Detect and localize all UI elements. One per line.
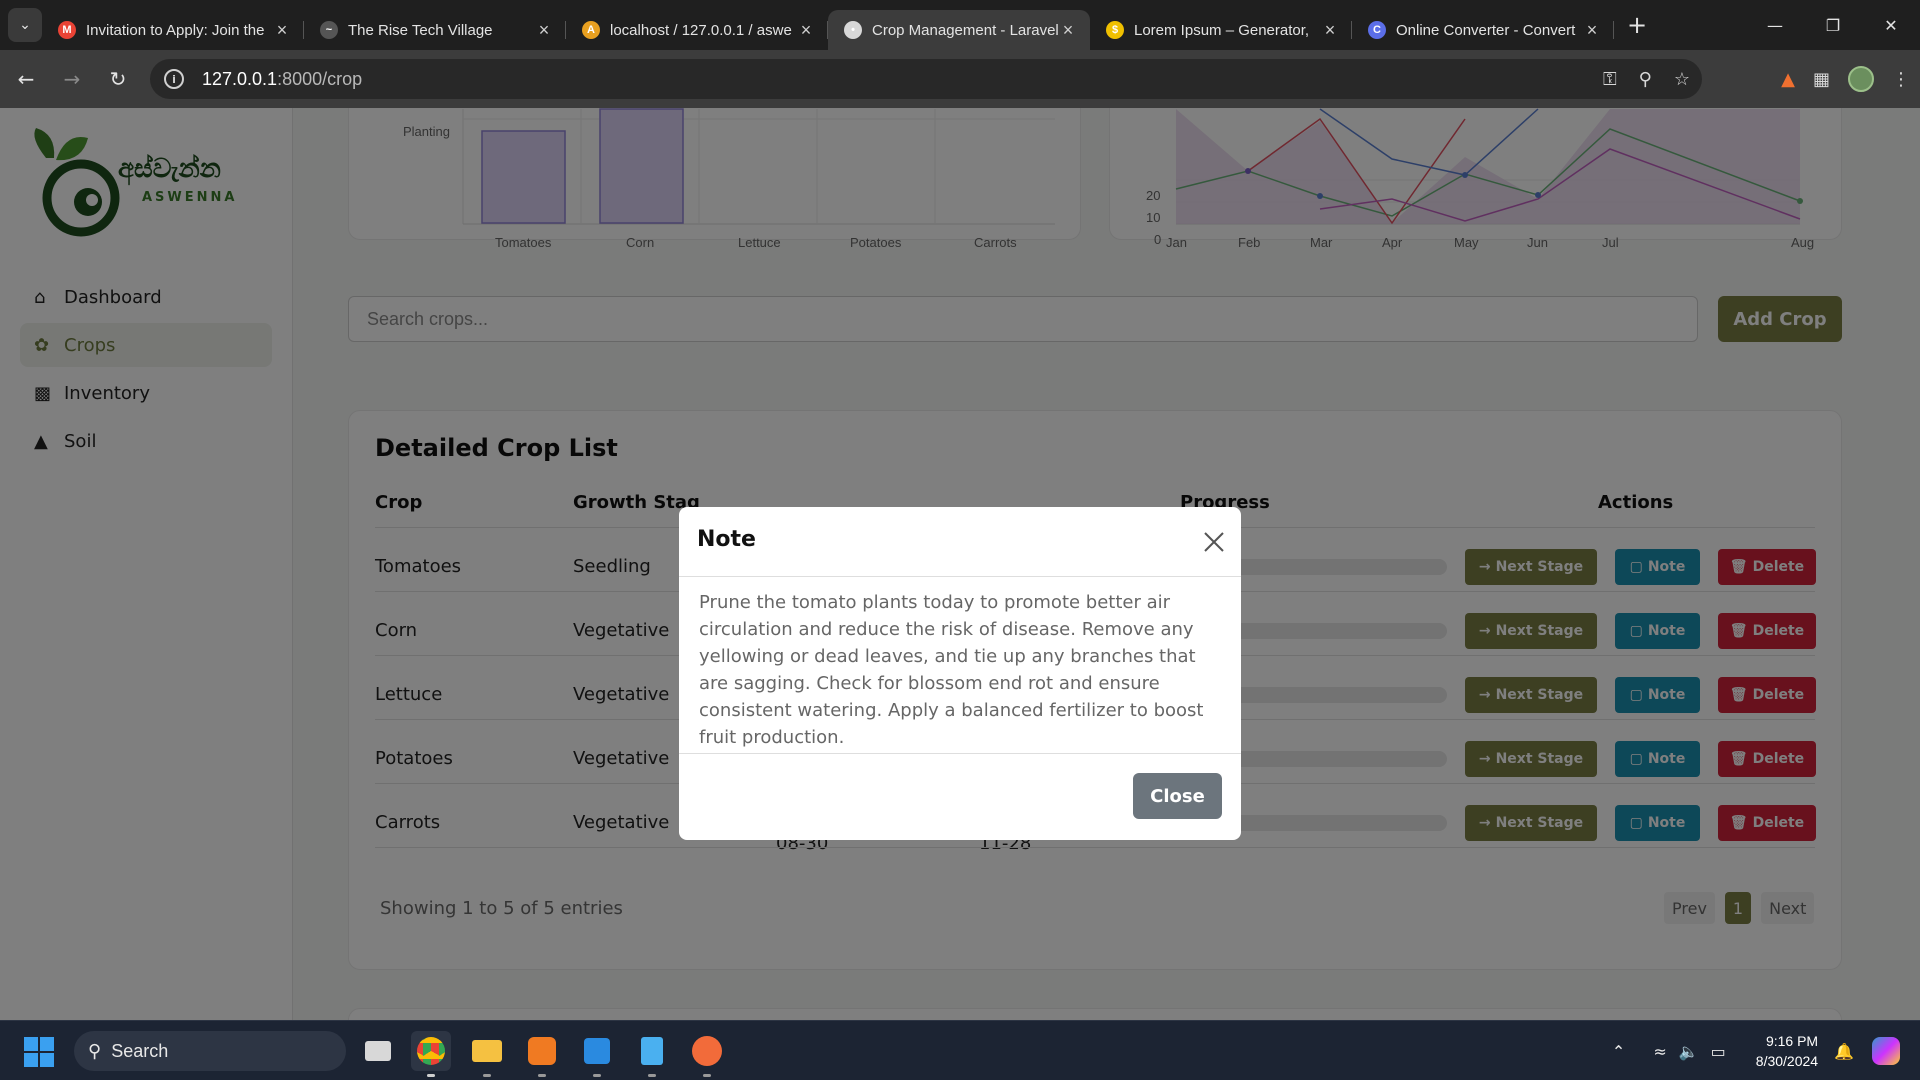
- forward-button[interactable]: →: [52, 59, 92, 99]
- converter-icon: C: [1368, 21, 1386, 39]
- tab-strip: M Invitation to Apply: Join the × ~ The Rise…: [42, 0, 1614, 50]
- laravel-icon: •: [844, 21, 862, 39]
- chevron-up-icon[interactable]: ⌃: [1612, 1042, 1625, 1061]
- new-tab-button[interactable]: +: [1620, 11, 1654, 39]
- phpmyadmin-icon: A: [582, 21, 600, 39]
- clock-time: 9:16 PM: [1765, 1033, 1819, 1049]
- close-tab-icon[interactable]: ×: [796, 20, 816, 41]
- restore-button[interactable]: ❐: [1804, 0, 1862, 50]
- close-tab-icon[interactable]: ×: [534, 20, 554, 41]
- note-modal: Note Prune the tomato plants today to pr…: [679, 507, 1241, 840]
- back-button[interactable]: ←: [6, 59, 46, 99]
- extension-area: ▲ ▦ ⋮: [1781, 59, 1910, 99]
- task-view-icon[interactable]: [358, 1031, 398, 1071]
- tab-title: Online Converter - Convert: [1396, 21, 1576, 39]
- taskbar-search-label: Search: [111, 1040, 169, 1061]
- taskbar-search[interactable]: ⚲ Search: [74, 1031, 346, 1071]
- clock-date: 8/30/2024: [1755, 1053, 1819, 1069]
- close-tab-icon[interactable]: ×: [1058, 20, 1078, 41]
- tab-title: Crop Management - Laravel: [872, 21, 1058, 39]
- tab-title: localhost / 127.0.0.1 / aswe: [610, 21, 792, 39]
- close-tab-icon[interactable]: ×: [272, 20, 292, 41]
- xampp-icon[interactable]: [522, 1031, 562, 1077]
- browser-tab[interactable]: Alocalhost / 127.0.0.1 / aswe ×: [566, 10, 828, 50]
- modal-header: Note: [679, 507, 1241, 577]
- modal-title: Note: [697, 527, 756, 552]
- vscode-icon[interactable]: [577, 1031, 617, 1077]
- close-tab-icon[interactable]: ×: [1582, 20, 1602, 41]
- site-icon: ~: [320, 21, 338, 39]
- extension-icon[interactable]: ▲: [1781, 69, 1795, 90]
- extensions-puzzle-icon[interactable]: ▦: [1813, 69, 1830, 90]
- file-explorer-icon[interactable]: [467, 1031, 507, 1077]
- browser-tab-bar: ⌄ M Invitation to Apply: Join the × ~ The Ri…: [0, 0, 1920, 50]
- wifi-icon[interactable]: ≈: [1653, 1042, 1666, 1061]
- browser-tab[interactable]: ~ The Rise Tech Village ×: [304, 10, 566, 50]
- page-content: අස්වැන්න ASWENNA ⌂ Dashboard ✿ Crops ▩ I…: [0, 108, 1920, 1020]
- reload-button[interactable]: ↻: [98, 59, 138, 99]
- tab-title: Lorem Ipsum – Generator,: [1134, 21, 1310, 39]
- tab-search-menu-button[interactable]: ⌄: [8, 8, 42, 42]
- url-path: :8000/crop: [277, 68, 363, 89]
- url-host: 127.0.0.1: [202, 68, 278, 89]
- battery-icon[interactable]: ▭: [1711, 1042, 1726, 1061]
- windows-taskbar: ⚲ Search ⌃ ≈ 🔈 ▭ 9:16 PM 8/30/2024 🔔: [0, 1020, 1920, 1080]
- browser-toolbar: ← → ↻ i 127.0.0.1:8000/crop ⚿ ⚲ ☆ ▲ ▦ ⋮: [0, 50, 1920, 108]
- bookmark-star-icon[interactable]: ☆: [1674, 69, 1690, 90]
- browser-tab[interactable]: • Crop Management - Laravel ×: [828, 10, 1090, 50]
- close-window-button[interactable]: ✕: [1862, 0, 1920, 50]
- browser-tab[interactable]: C Online Converter - Convert ×: [1352, 10, 1614, 50]
- minimize-button[interactable]: —: [1746, 0, 1804, 50]
- gmail-icon: M: [58, 21, 76, 39]
- profile-avatar[interactable]: [1848, 66, 1874, 92]
- windows-start-icon[interactable]: [24, 1037, 54, 1067]
- modal-footer-divider: [679, 753, 1241, 754]
- lorem-icon: $: [1106, 21, 1124, 39]
- clock[interactable]: 9:16 PM 8/30/2024: [1756, 1031, 1818, 1071]
- modal-note-text: Prune the tomato plants today to promote…: [699, 592, 1204, 748]
- browser-tab[interactable]: M Invitation to Apply: Join the ×: [42, 10, 304, 50]
- tab-separator: [1613, 21, 1614, 39]
- postman-icon[interactable]: [687, 1031, 727, 1077]
- close-button[interactable]: Close: [1133, 773, 1222, 819]
- tab-title: The Rise Tech Village: [348, 21, 493, 39]
- zoom-icon[interactable]: ⚲: [1639, 69, 1652, 90]
- copilot-icon[interactable]: [1872, 1037, 1900, 1065]
- notification-bell-icon[interactable]: 🔔: [1834, 1042, 1854, 1061]
- address-bar[interactable]: i 127.0.0.1:8000/crop ⚿ ⚲ ☆: [150, 59, 1702, 99]
- browser-tab[interactable]: $ Lorem Ipsum – Generator, ×: [1090, 10, 1352, 50]
- search-icon: ⚲: [88, 1040, 102, 1061]
- close-icon[interactable]: [1201, 529, 1227, 555]
- site-info-icon[interactable]: i: [164, 69, 184, 89]
- close-tab-icon[interactable]: ×: [1320, 20, 1340, 41]
- volume-icon[interactable]: 🔈: [1679, 1042, 1699, 1061]
- password-key-icon[interactable]: ⚿: [1603, 69, 1617, 90]
- url-text[interactable]: 127.0.0.1:8000/crop: [202, 69, 362, 90]
- notepad-icon[interactable]: [632, 1031, 672, 1077]
- omnibox-actions: ⚿ ⚲ ☆: [1603, 59, 1690, 99]
- tab-title: Invitation to Apply: Join the: [86, 21, 265, 39]
- system-tray: ⌃ ≈ 🔈 ▭ 9:16 PM 8/30/2024 🔔: [1612, 1021, 1920, 1080]
- more-menu-icon[interactable]: ⋮: [1892, 69, 1910, 90]
- window-controls: — ❐ ✕: [1746, 0, 1920, 50]
- chrome-taskbar-icon[interactable]: [411, 1031, 451, 1077]
